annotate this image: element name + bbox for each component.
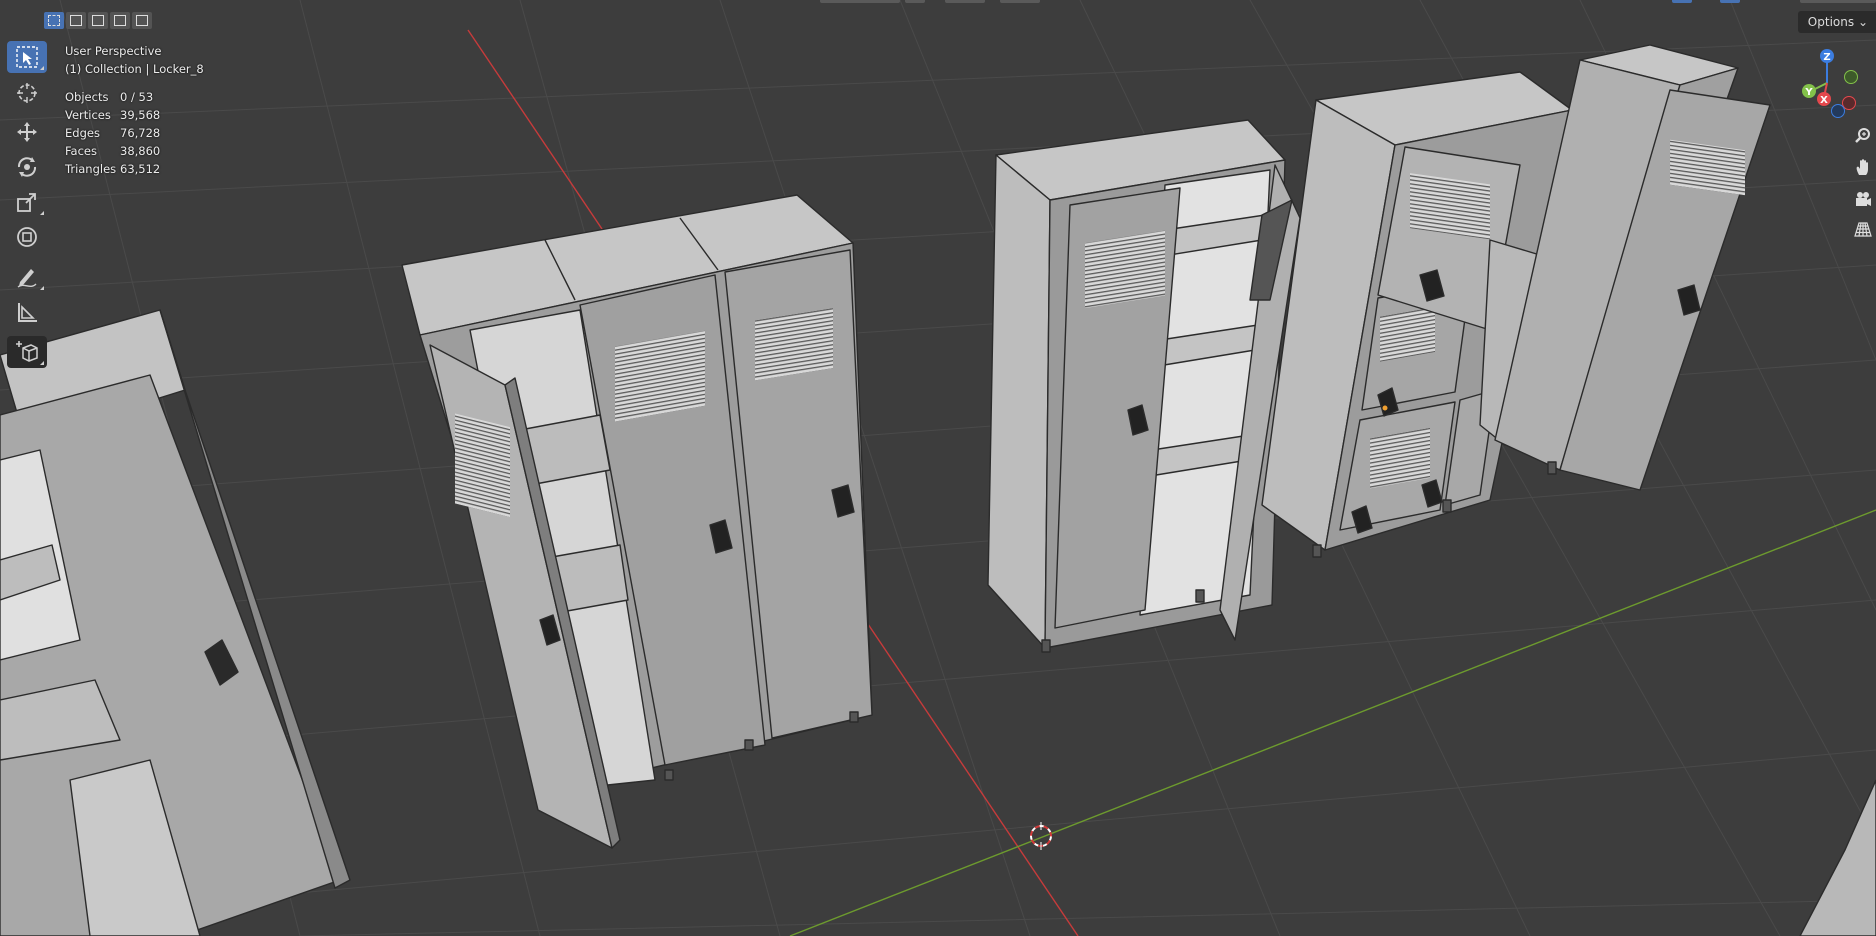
scale-icon — [17, 193, 36, 212]
3d-viewport[interactable]: Options ⌄ User Perspective (1) Collectio… — [0, 0, 1876, 936]
rotate-icon — [17, 157, 37, 177]
select-intersect-icon[interactable] — [132, 12, 152, 29]
scene-statistics: Objects 0 / 53 Vertices 39,568 Edges 76,728… — [65, 88, 204, 178]
perspective-grid-icon — [1854, 222, 1872, 237]
gizmo-x-label: X — [1820, 95, 1828, 106]
header-fragment — [1720, 0, 1740, 3]
stat-label: Vertices — [65, 108, 111, 122]
header-fragment — [1672, 0, 1692, 3]
camera-view-button[interactable] — [1851, 187, 1875, 211]
options-label: Options — [1807, 15, 1855, 29]
pan-button[interactable] — [1851, 155, 1875, 179]
select-extend-icon[interactable] — [66, 12, 86, 29]
stat-label: Triangles — [65, 162, 117, 176]
options-dropdown[interactable]: Options ⌄ — [1797, 11, 1876, 33]
stat-row: Triangles 63,512 — [65, 160, 204, 178]
chevron-down-icon: ⌄ — [1857, 15, 1868, 29]
gizmo-neg-x[interactable] — [1842, 96, 1856, 110]
stat-row: Objects 0 / 53 — [65, 88, 204, 106]
select-subtract-icon[interactable] — [88, 12, 108, 29]
tool-rotate[interactable] — [7, 151, 47, 183]
stat-row: Vertices 39,568 — [65, 106, 204, 124]
view-name: User Perspective — [65, 44, 162, 58]
zoom-button[interactable] — [1851, 124, 1875, 148]
hand-pan-icon — [1856, 159, 1868, 175]
transform-icon — [17, 227, 37, 247]
gizmo-z-label: Z — [1823, 52, 1830, 63]
header-fragment — [1800, 0, 1876, 3]
stat-label: Objects — [65, 90, 109, 104]
gizmo-neg-y[interactable] — [1844, 70, 1858, 84]
stat-value: 0 / 53 — [120, 90, 154, 104]
collection-line: (1) Collection | Locker_8 — [65, 62, 204, 76]
move-icon — [17, 122, 37, 142]
stat-value: 39,568 — [120, 108, 161, 122]
header-fragment — [905, 0, 925, 3]
stat-label: Edges — [65, 126, 100, 140]
select-box-icon — [16, 46, 38, 68]
header-fragment — [1000, 0, 1040, 3]
y-axis-line — [789, 509, 1876, 936]
tool-annotate[interactable] — [7, 261, 47, 293]
header-fragment — [945, 0, 985, 3]
measure-icon — [18, 303, 37, 322]
partial-object-bottom-right[interactable] — [1799, 779, 1876, 936]
tool-transform[interactable] — [7, 221, 47, 253]
viewport-scene[interactable] — [0, 0, 1876, 936]
select-mode-group[interactable] — [44, 12, 152, 29]
cursor-icon — [17, 83, 37, 103]
stat-label: Faces — [65, 144, 97, 158]
tool-add-cube[interactable] — [7, 336, 47, 368]
gizmo-neg-z[interactable] — [1831, 104, 1845, 118]
add-cube-icon — [16, 341, 38, 362]
stat-value: 76,728 — [120, 126, 161, 140]
navigation-gizmo[interactable]: Z X Y — [1797, 47, 1859, 121]
zoom-icon — [1855, 128, 1870, 143]
gizmo-y-label: Y — [1804, 87, 1813, 98]
locker-double-shelves[interactable] — [987, 119, 1301, 653]
select-invert-icon[interactable] — [110, 12, 130, 29]
tool-move[interactable] — [7, 116, 47, 148]
locker-left-partial[interactable] — [0, 309, 351, 936]
viewport-header: Options ⌄ — [0, 0, 1876, 33]
stat-value: 63,512 — [120, 162, 161, 176]
tool-scale[interactable] — [7, 186, 47, 218]
tool-select-box[interactable] — [7, 41, 47, 73]
camera-icon — [1856, 192, 1871, 206]
stat-row: Faces 38,860 — [65, 142, 204, 160]
tool-measure[interactable] — [7, 296, 47, 328]
annotate-icon — [17, 269, 37, 288]
stat-row: Edges 76,728 — [65, 124, 204, 142]
select-new-icon[interactable] — [44, 12, 64, 29]
stat-value: 38,860 — [120, 144, 161, 158]
tool-cursor[interactable] — [7, 77, 47, 109]
viewport-info-overlay: User Perspective (1) Collection | Locker… — [65, 42, 204, 178]
perspective-toggle-button[interactable] — [1851, 217, 1875, 241]
header-fragment — [820, 0, 900, 3]
locker-triple[interactable] — [401, 194, 873, 849]
